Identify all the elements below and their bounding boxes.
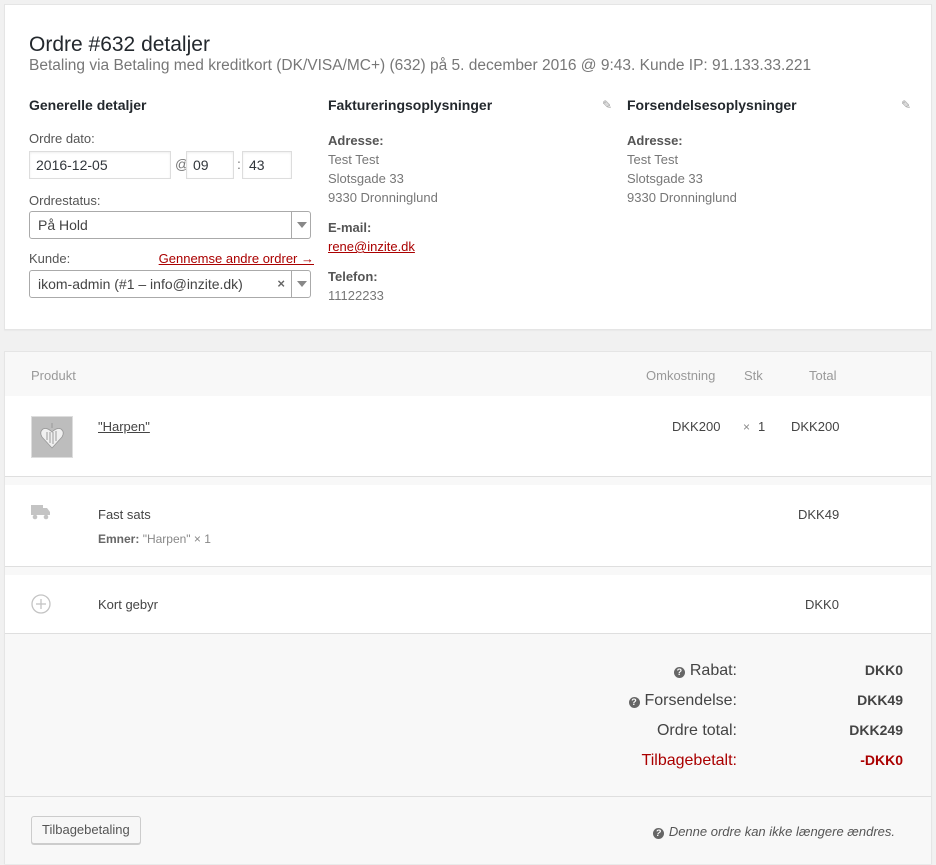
general-details-heading: Generelle detaljer	[29, 97, 147, 113]
order-locked-text: Denne ordre kan ikke længere ændres.	[668, 824, 895, 839]
shipping-items-label: Emner:	[98, 532, 140, 546]
discount-label-wrap: ? Rabat:	[673, 662, 737, 680]
billing-address-line: 9330 Dronninglund	[328, 190, 438, 205]
shipping-total: DKK49	[798, 507, 840, 522]
order-minute-input[interactable]: 43	[242, 151, 292, 179]
shipping-total-value: DKK49	[857, 692, 903, 708]
order-date-label: Ordre dato:	[29, 131, 95, 146]
shipping-row: Fast sats Emner: "Harpen" × 1 DKK49	[5, 485, 931, 567]
refunded-row: Tilbagebetalt: -DKK0	[503, 752, 903, 772]
column-header-qty: Stk	[744, 368, 763, 383]
customer-select[interactable]: ikom-admin (#1 – info@inzite.dk) ×	[29, 270, 311, 298]
billing-heading: Faktureringsoplysninger	[328, 97, 493, 113]
shipping-total-label: Forsendelse:	[644, 692, 738, 709]
billing-phone: 11122233	[328, 288, 384, 303]
column-header-cost: Omkostning	[646, 368, 716, 383]
clear-icon[interactable]: ×	[277, 276, 285, 291]
order-status-label: Ordrestatus:	[29, 193, 101, 208]
time-colon: :	[237, 156, 241, 172]
shipping-items-value: "Harpen" × 1	[142, 532, 211, 546]
help-icon[interactable]: ?	[628, 697, 640, 708]
product-thumbnail	[31, 416, 73, 458]
truck-icon	[31, 504, 51, 525]
product-qty: 1	[758, 419, 766, 434]
items-footer: Tilbagebetaling ? Denne ordre kan ikke læ…	[5, 796, 931, 864]
help-icon: ?	[652, 828, 664, 839]
billing-phone-label: Telefon:	[328, 269, 378, 284]
page-title: Ordre #632 detaljer	[29, 33, 210, 56]
discount-value: DKK0	[864, 662, 903, 678]
shipping-address-line: Test Test	[627, 152, 679, 167]
order-status-select[interactable]: På Hold	[29, 211, 311, 239]
help-icon[interactable]: ?	[673, 667, 685, 678]
billing-email-link[interactable]: rene@inzite.dk	[328, 239, 415, 254]
shipping-address-line: 9330 Dronninglund	[627, 190, 737, 205]
product-row: "Harpen" DKK200 × 1 DKK200	[5, 396, 931, 477]
order-total-label: Ordre total:	[656, 722, 737, 739]
plus-circle-icon	[31, 594, 51, 619]
product-total: DKK200	[791, 419, 840, 434]
shipping-method-name: Fast sats	[98, 507, 151, 522]
discount-total-row: ? Rabat: DKK0	[503, 662, 903, 682]
pencil-icon[interactable]: ✎	[601, 99, 613, 111]
order-total-row: Ordre total: DKK249	[503, 722, 903, 742]
order-locked-note: ? Denne ordre kan ikke længere ændres.	[652, 824, 895, 839]
shipping-details-column: Forsendelsesoplysninger ✎ Adresse: Test …	[627, 97, 912, 218]
customer-label: Kunde:	[29, 251, 71, 266]
browse-other-orders-link[interactable]: Gennemse andre ordrer →	[159, 251, 314, 266]
shipping-total-row: ? Forsendelse: DKK49	[503, 692, 903, 712]
refunded-label: Tilbagebetalt:	[641, 752, 737, 769]
column-header-product: Produkt	[31, 368, 76, 383]
order-total-value: DKK249	[849, 722, 903, 738]
order-hour-input[interactable]: 09	[186, 151, 234, 179]
billing-details-column: Faktureringsoplysninger ✎ Adresse: Test …	[328, 97, 613, 316]
order-items-panel: Produkt Omkostning Stk Total "Harpen" DK…	[4, 351, 932, 864]
order-details-panel: Ordre #632 detaljer Betaling via Betalin…	[4, 4, 932, 330]
shipping-address-label: Adresse:	[627, 133, 683, 148]
chevron-down-icon[interactable]	[291, 271, 310, 297]
items-table-header: Produkt Omkostning Stk Total	[5, 352, 931, 396]
billing-address-line: Slotsgade 33	[328, 171, 404, 186]
discount-label: Rabat:	[689, 662, 737, 679]
refund-button[interactable]: Tilbagebetaling	[31, 816, 141, 844]
order-status-value: På Hold	[38, 217, 88, 233]
shipping-items: Emner: "Harpen" × 1	[98, 532, 211, 546]
fee-row: Kort gebyr DKK0	[5, 575, 931, 634]
refunded-value: -DKK0	[860, 752, 903, 768]
general-details-column: Generelle detaljer Ordre dato: 2016-12-0…	[29, 97, 314, 298]
billing-address: Adresse: Test Test Slotsgade 33 9330 Dro…	[328, 131, 613, 305]
order-date-input[interactable]: 2016-12-05	[29, 151, 171, 179]
customer-value: ikom-admin (#1 – info@inzite.dk)	[38, 276, 243, 292]
shipping-address: Adresse: Test Test Slotsgade 33 9330 Dro…	[627, 131, 912, 207]
product-cost: DKK200	[672, 419, 721, 434]
fee-name: Kort gebyr	[98, 597, 158, 612]
fee-total: DKK0	[805, 597, 839, 612]
billing-address-label: Adresse:	[328, 133, 384, 148]
shipping-heading: Forsendelsesoplysninger	[627, 97, 797, 113]
shipping-address-line: Slotsgade 33	[627, 171, 703, 186]
qty-times: ×	[743, 420, 751, 434]
product-name-link[interactable]: "Harpen"	[98, 419, 150, 434]
column-header-total: Total	[809, 368, 837, 383]
pencil-icon[interactable]: ✎	[900, 99, 912, 111]
order-subtitle: Betaling via Betaling med kreditkort (DK…	[29, 57, 812, 74]
billing-address-line: Test Test	[328, 152, 380, 167]
chevron-down-icon[interactable]	[291, 212, 310, 238]
billing-email-label: E-mail:	[328, 220, 372, 235]
shipping-label-wrap: ? Forsendelse:	[628, 692, 738, 710]
